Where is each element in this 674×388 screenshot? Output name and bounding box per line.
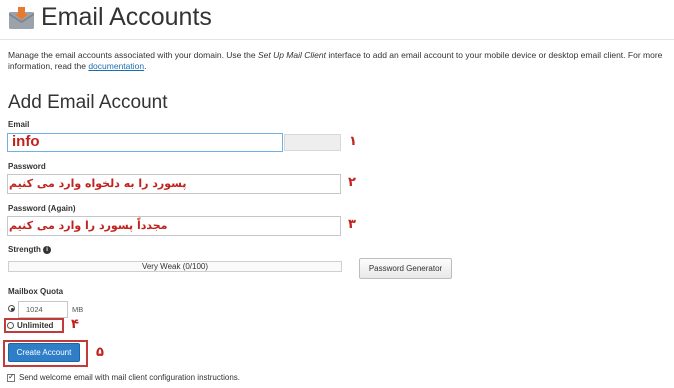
password-again-annotation: مجدداً پسورد را وارد می کنیم xyxy=(9,219,168,232)
password-annotation: پسورد را به دلخواه وارد می کنیم xyxy=(9,177,187,190)
domain-select[interactable] xyxy=(284,134,341,151)
password-generator-button[interactable]: Password Generator xyxy=(359,258,452,279)
welcome-email-checkbox[interactable]: ✓ xyxy=(7,372,15,382)
quota-label: Mailbox Quota xyxy=(8,287,64,296)
documentation-link[interactable]: documentation xyxy=(88,61,144,71)
page-description: Manage the email accounts associated wit… xyxy=(8,50,663,71)
strength-value: Very Weak (0/100) xyxy=(141,262,209,271)
checkmark-icon: ✓ xyxy=(8,372,15,381)
info-icon[interactable]: i xyxy=(43,245,52,254)
set-up-mail-client-ref: Set Up Mail Client xyxy=(257,50,326,60)
create-account-button[interactable]: Create Account xyxy=(8,343,80,362)
step-2-marker: ۲ xyxy=(348,175,356,190)
quota-value: 1024 xyxy=(26,305,43,314)
page-title: Email Accounts xyxy=(41,3,212,31)
password-label: Password xyxy=(8,162,46,171)
unlimited-label: Unlimited xyxy=(17,321,54,330)
password-again-label: Password (Again) xyxy=(8,204,76,213)
quota-unlimited-radio[interactable] xyxy=(7,322,14,329)
email-accounts-icon xyxy=(9,7,34,29)
email-input[interactable] xyxy=(7,133,283,152)
step-5-marker: ۵ xyxy=(96,345,104,360)
step-3-marker: ۳ xyxy=(348,217,356,232)
quota-unit: MB xyxy=(72,305,84,314)
welcome-email-label: Send welcome email with mail client conf… xyxy=(19,373,240,382)
step-4-marker: ۴ xyxy=(71,317,79,332)
step-1-marker: ۱ xyxy=(349,134,357,149)
strength-label: Strength i xyxy=(8,245,52,254)
section-title: Add Email Account xyxy=(8,92,168,113)
email-label: Email xyxy=(8,120,30,129)
header-divider xyxy=(0,39,674,40)
quota-limited-radio[interactable] xyxy=(8,305,15,312)
email-value: info xyxy=(12,133,40,150)
